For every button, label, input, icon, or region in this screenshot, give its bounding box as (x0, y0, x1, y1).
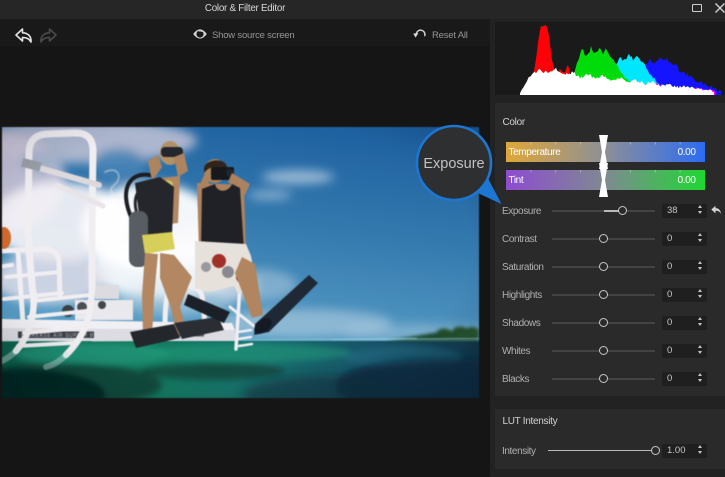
svg-text:Reset All: Reset All (432, 30, 468, 41)
svg-text:Exposure: Exposure (423, 156, 484, 172)
svg-text:Show source screen: Show source screen (212, 30, 294, 41)
